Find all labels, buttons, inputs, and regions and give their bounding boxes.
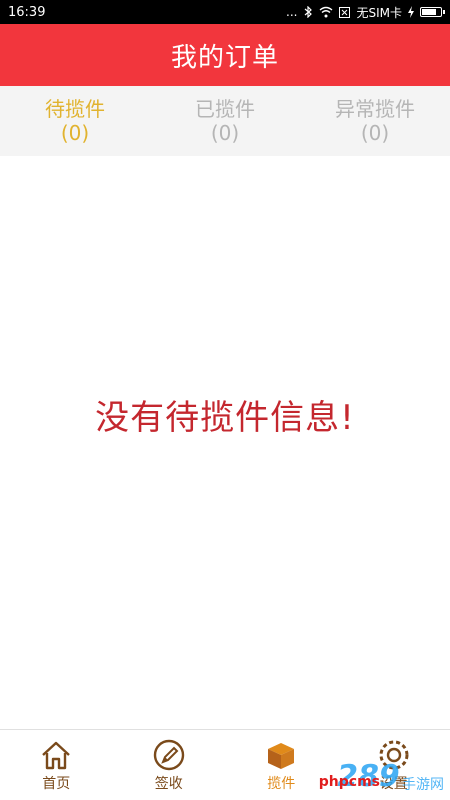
nav-sign[interactable]: 签收 xyxy=(113,730,226,800)
nav-label: 设置 xyxy=(379,776,408,792)
sim-status: 无SIM卡 xyxy=(356,5,402,20)
sim-icon xyxy=(339,6,351,18)
battery-icon xyxy=(420,7,445,17)
watermark-text: phpcms xyxy=(318,774,380,790)
tab-label: 已揽件 xyxy=(195,97,255,121)
tab-pending-pickup[interactable]: 待揽件 (0) xyxy=(0,86,150,156)
empty-message: 没有待揽件信息! xyxy=(95,398,355,438)
nav-label: 首页 xyxy=(42,776,71,792)
nav-label: 签收 xyxy=(154,776,183,792)
tab-label: 异常揽件 xyxy=(335,97,415,121)
tab-picked-up[interactable]: 已揽件 (0) xyxy=(150,86,300,156)
charging-icon xyxy=(408,6,414,18)
package-icon xyxy=(268,743,295,769)
tab-label: 待揽件 xyxy=(45,97,105,121)
pen-icon xyxy=(153,739,184,771)
nav-home[interactable]: 首页 xyxy=(0,730,113,800)
order-tabs: 待揽件 (0) 已揽件 (0) 异常揽件 (0) xyxy=(0,86,450,156)
home-icon xyxy=(42,741,71,770)
status-dots: ... xyxy=(286,5,298,19)
status-time: 16:39 xyxy=(8,4,46,20)
tab-count: (0) xyxy=(360,121,390,145)
status-icons: ... 无SIM卡 xyxy=(286,4,445,21)
wifi-icon xyxy=(320,6,333,18)
app-header: 我的订单 xyxy=(0,24,450,86)
nav-label: 揽件 xyxy=(267,776,296,792)
page-title: 我的订单 xyxy=(170,42,279,73)
tab-count: (0) xyxy=(210,121,240,145)
gear-icon xyxy=(379,740,409,770)
tab-count: (0) xyxy=(60,121,90,145)
bottom-nav: 首页 签收 揽件 设置 xyxy=(0,729,450,800)
bluetooth-icon xyxy=(305,6,313,18)
tab-exception-pickup[interactable]: 异常揽件 (0) xyxy=(300,86,450,156)
status-bar: 16:39 ... 无SIM卡 xyxy=(0,0,450,24)
